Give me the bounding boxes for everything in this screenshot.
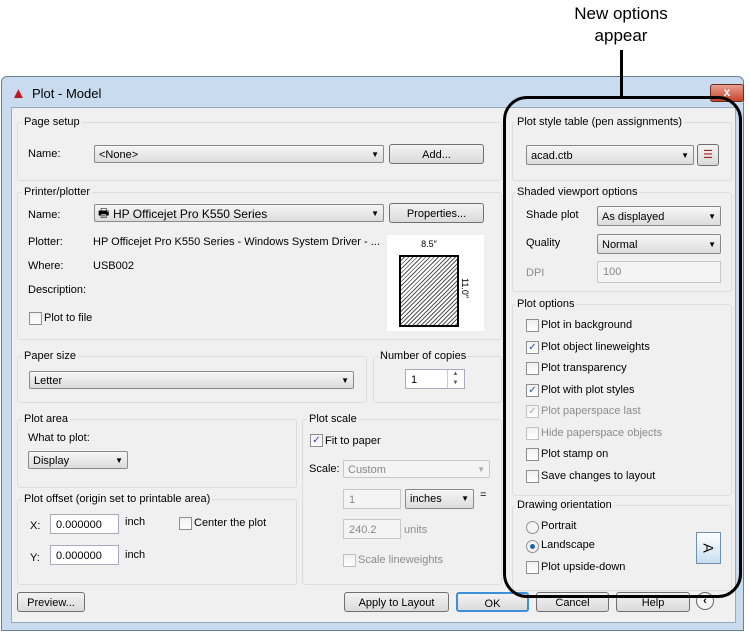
equals-sign: = [480, 489, 487, 501]
page-setup-name-label: Name: [28, 148, 61, 160]
plot-scale-label: Plot scale [307, 413, 359, 425]
properties-button[interactable]: Properties... [389, 203, 484, 223]
add-button[interactable]: Add... [389, 144, 484, 164]
scale-label: Scale: [309, 463, 340, 475]
copies-spinner[interactable]: ▲ ▼ [447, 370, 463, 388]
fit-to-paper-checkbox[interactable]: ✓ [310, 434, 323, 447]
annotation-highlight [503, 96, 742, 598]
apply-to-layout-button[interactable]: Apply to Layout [344, 592, 449, 612]
scale-unit-select[interactable]: inches [405, 489, 474, 509]
y-unit: inch [125, 549, 146, 561]
annotation-line [620, 50, 623, 98]
scale-select[interactable]: Custom [343, 460, 490, 478]
copies-label: Number of copies [378, 350, 469, 362]
autocad-logo-icon: ▲ [11, 85, 26, 102]
paper-size-select[interactable]: Letter [29, 371, 354, 389]
annotation-text: New options appear [574, 4, 668, 45]
x-offset-input[interactable]: 0.000000 [50, 514, 119, 534]
x-unit: inch [125, 516, 146, 528]
where-label: Where: [28, 260, 64, 272]
y-offset-input[interactable]: 0.000000 [50, 545, 119, 565]
window-title: Plot - Model [32, 86, 102, 101]
printer-name-select[interactable]: HP Officejet Pro K550 Series [94, 204, 384, 222]
scale-lineweights-label: Scale lineweights [358, 554, 443, 566]
fit-to-paper-label: Fit to paper [325, 435, 381, 447]
preview-button[interactable]: Preview... [17, 592, 85, 612]
y-label: Y: [30, 552, 40, 564]
paper-height-dim: 11.0″ [460, 277, 471, 299]
what-to-plot-label: What to plot: [28, 432, 90, 444]
plotter-value: HP Officejet Pro K550 Series - Windows S… [93, 236, 380, 248]
printer-label: Printer/plotter [22, 186, 93, 198]
plot-offset-group [17, 499, 297, 585]
plot-area-label: Plot area [22, 413, 71, 425]
page-setup-label: Page setup [22, 116, 82, 128]
printer-name-label: Name: [28, 209, 61, 221]
what-to-plot-select[interactable]: Display [28, 451, 128, 469]
center-plot-label: Center the plot [194, 517, 267, 529]
units-label: units [404, 524, 428, 536]
paper-width-dim: 8.5″ [421, 239, 437, 249]
where-value: USB002 [93, 260, 134, 272]
page-setup-name-select[interactable]: <None> [94, 145, 384, 163]
units-input[interactable]: 240.2 [343, 519, 401, 539]
paper-preview: 8.5″ 11.0″ [387, 235, 484, 331]
plot-to-file-checkbox[interactable] [29, 312, 42, 325]
plot-to-file-label: Plot to file [44, 312, 93, 324]
scale-lineweights-checkbox[interactable] [343, 554, 356, 567]
plotter-label: Plotter: [28, 236, 63, 248]
plot-offset-label: Plot offset (origin set to printable are… [22, 493, 213, 505]
paper-size-label: Paper size [22, 350, 78, 362]
description-label: Description: [28, 284, 87, 296]
printer-icon: 🖶 [98, 206, 110, 220]
center-plot-checkbox[interactable] [179, 517, 192, 530]
scale-num-input[interactable]: 1 [343, 489, 401, 509]
x-label: X: [30, 520, 41, 532]
